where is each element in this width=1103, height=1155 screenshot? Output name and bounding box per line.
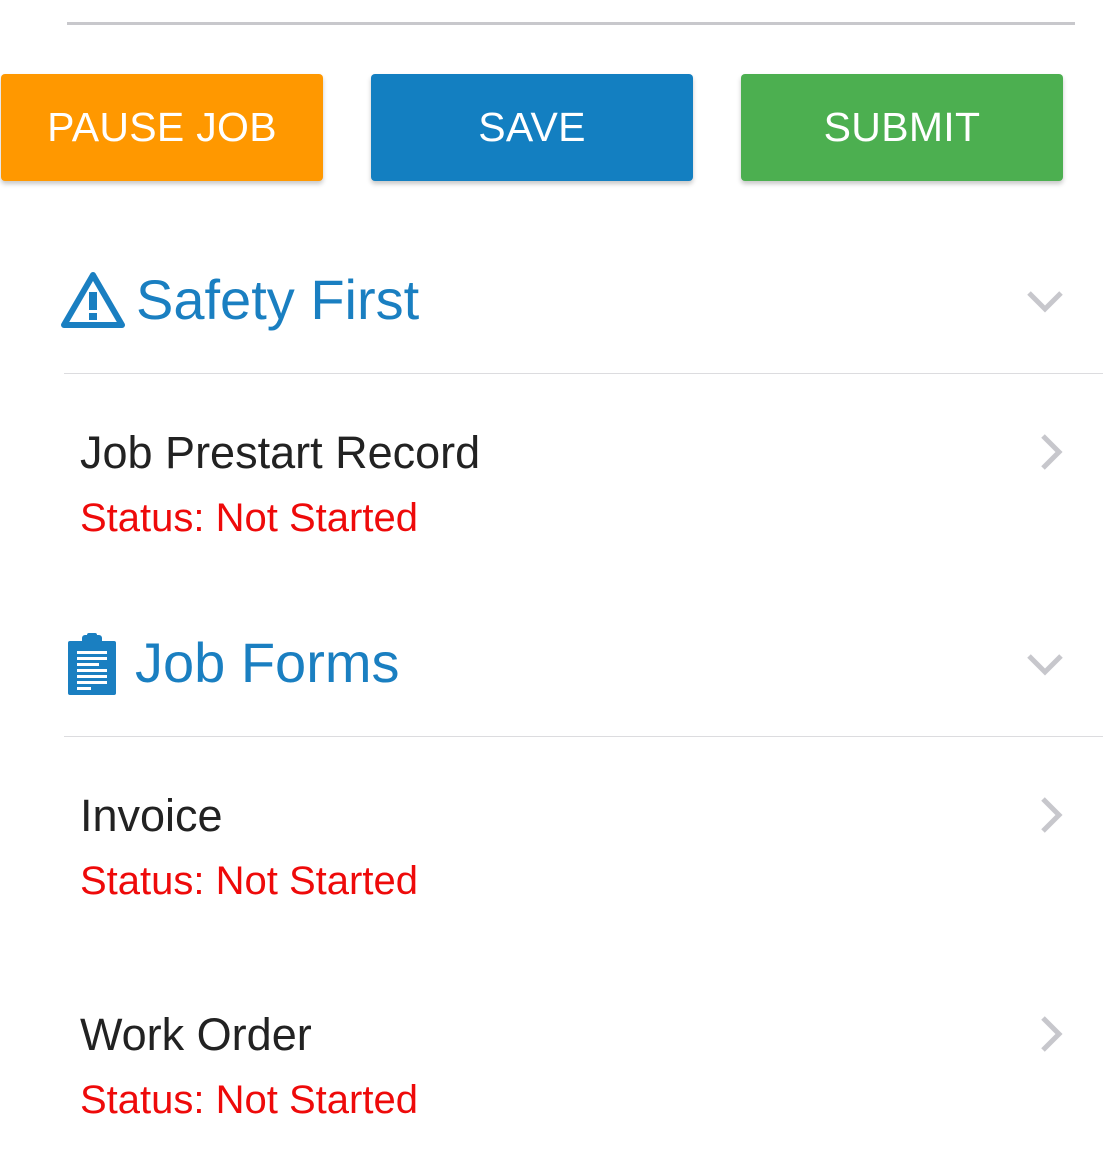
section-divider	[64, 736, 1103, 737]
item-title: Invoice	[80, 790, 223, 841]
section-header-safety-first[interactable]: Safety First	[60, 255, 1103, 345]
section-header-job-forms[interactable]: Job Forms	[60, 618, 1103, 708]
clipboard-icon	[67, 631, 123, 695]
chevron-right-icon	[1035, 432, 1067, 472]
status-text: Status: Not Started	[80, 496, 418, 540]
section-divider	[64, 373, 1103, 374]
chevron-right-icon	[1035, 1014, 1067, 1054]
warning-triangle-icon	[60, 271, 126, 329]
chevron-right-icon	[1035, 795, 1067, 835]
item-title: Job Prestart Record	[80, 427, 481, 478]
save-button[interactable]: SAVE	[371, 74, 693, 181]
list-item-job-prestart-record[interactable]: Job Prestart Record Status: Not Started	[0, 430, 1103, 570]
list-item-work-order[interactable]: Work Order Status: Not Started	[0, 1012, 1103, 1152]
item-title: Work Order	[80, 1009, 312, 1060]
section-title: Job Forms	[135, 631, 400, 694]
top-divider	[67, 22, 1075, 25]
chevron-down-icon[interactable]	[1025, 643, 1065, 683]
status-text: Status: Not Started	[80, 859, 418, 903]
section-title: Safety First	[136, 268, 420, 331]
pause-job-button[interactable]: PAUSE JOB	[1, 74, 323, 181]
chevron-down-icon[interactable]	[1025, 280, 1065, 320]
status-text: Status: Not Started	[80, 1078, 418, 1122]
submit-button[interactable]: SUBMIT	[741, 74, 1063, 181]
list-item-invoice[interactable]: Invoice Status: Not Started	[0, 793, 1103, 933]
